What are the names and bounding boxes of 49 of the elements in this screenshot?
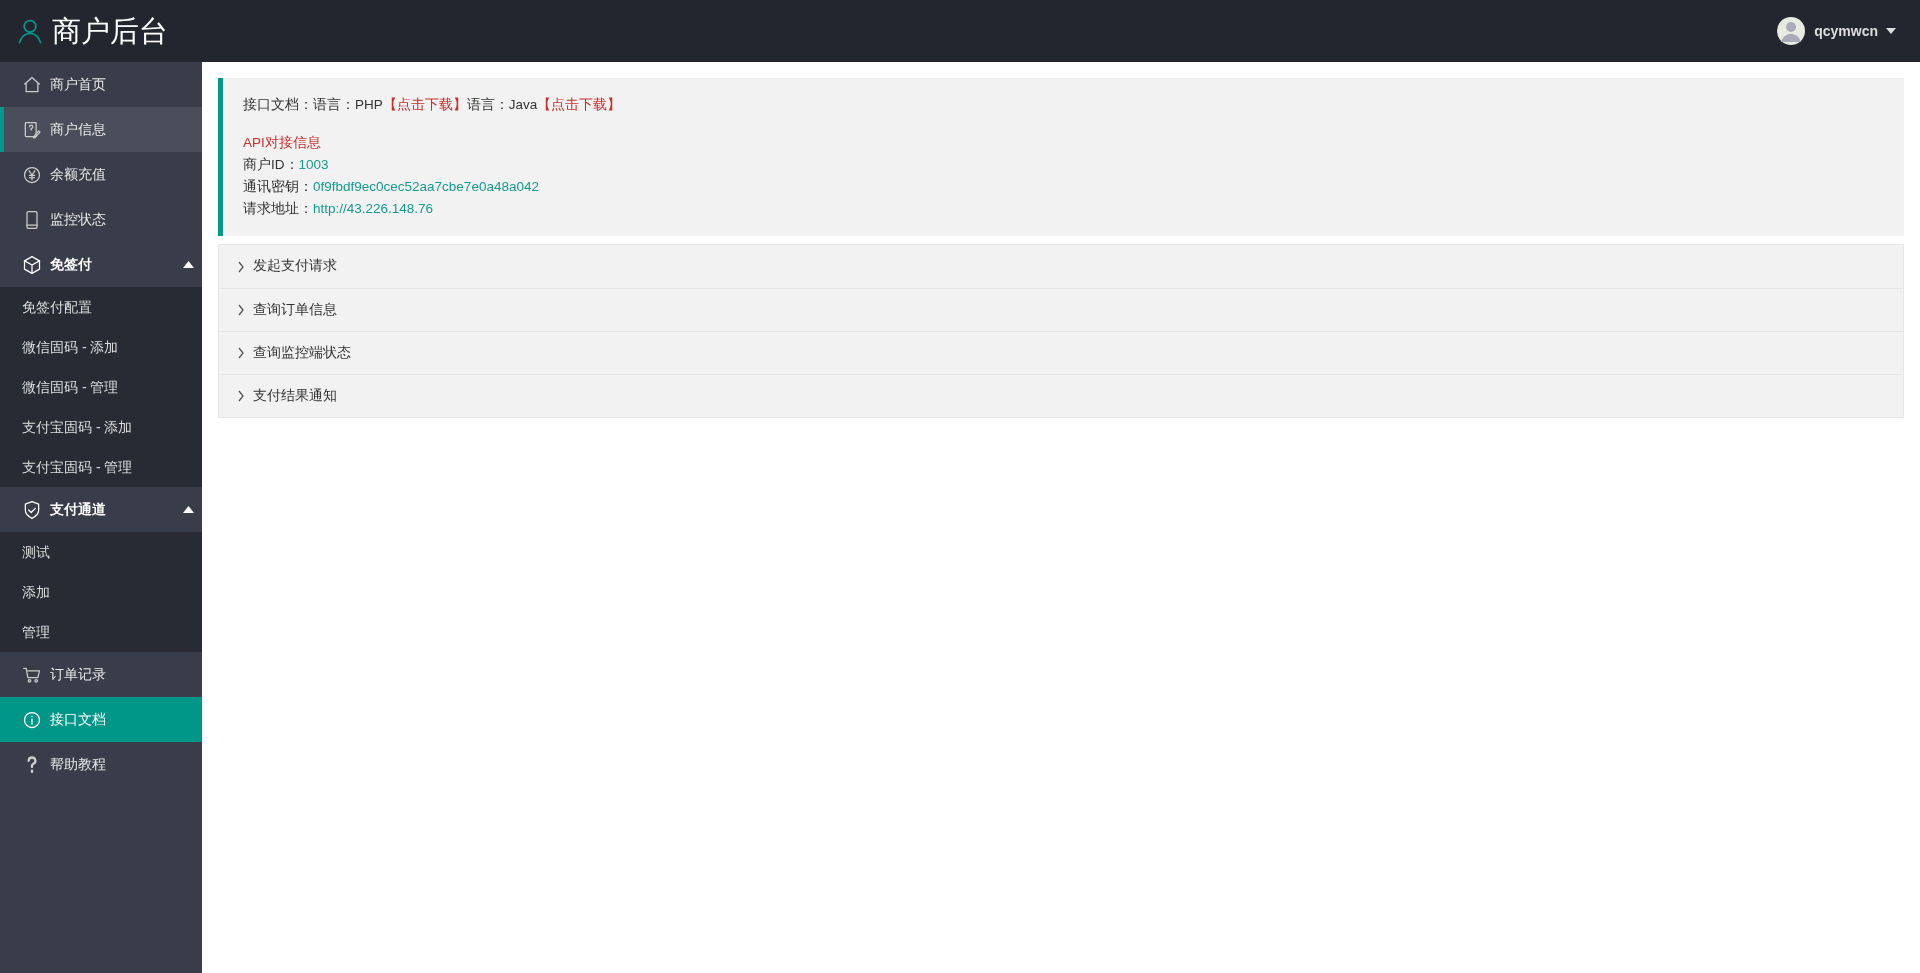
sidebar-item[interactable]: 接口文档	[0, 697, 202, 742]
accordion-header[interactable]: 支付结果通知	[219, 374, 1903, 417]
cube-icon	[22, 254, 42, 275]
submenu-item[interactable]: 管理	[0, 612, 202, 652]
download-link[interactable]: 【点击下载】	[382, 97, 467, 112]
menu-group-header[interactable]: 免签付	[0, 242, 202, 287]
sidebar-item[interactable]: 监控状态	[0, 197, 202, 242]
submenu-item[interactable]: 微信固码 - 添加	[0, 327, 202, 367]
home-icon	[22, 74, 42, 95]
field-label: 请求地址：	[243, 201, 313, 216]
submenu-item[interactable]: 免签付配置	[0, 287, 202, 327]
field-label: 通讯密钥：	[243, 179, 313, 194]
chevron-icon	[237, 390, 245, 402]
shield-check-icon	[22, 499, 42, 520]
user-icon	[16, 17, 44, 45]
download-link[interactable]: 【点击下载】	[537, 97, 622, 112]
field-value: 0f9fbdf9ec0cec52aa7cbe7e0a48a042	[313, 179, 539, 194]
app-title: 商户后台	[52, 16, 168, 46]
avatar-icon	[1776, 16, 1807, 46]
edit-document-icon	[22, 119, 42, 140]
submenu-item[interactable]: 支付宝固码 - 管理	[0, 447, 202, 487]
submenu-item[interactable]: 添加	[0, 572, 202, 612]
field-label: 商户ID：	[243, 157, 299, 172]
accordion-header[interactable]: 查询订单信息	[219, 288, 1903, 331]
chevron-icon	[237, 260, 245, 273]
sidebar-item[interactable]: 帮助教程	[0, 742, 202, 787]
info-icon	[22, 709, 42, 730]
doc-label: 语言：Java	[466, 97, 538, 112]
sidebar-item[interactable]: 商户首页	[0, 62, 202, 107]
accordion-header[interactable]: 查询监控端状态	[219, 331, 1903, 374]
accordion-header[interactable]: 发起支付请求	[219, 245, 1903, 288]
chevron-icon	[237, 304, 245, 316]
yen-icon	[22, 164, 42, 185]
submenu-item[interactable]: 测试	[0, 532, 202, 572]
api-info-title: API对接信息	[243, 134, 322, 152]
user-menu[interactable]: qcymwcn	[1776, 16, 1896, 46]
sidebar-item[interactable]: 商户信息	[0, 107, 202, 152]
chevron-icon	[237, 347, 245, 359]
field-value: http://43.226.148.76	[313, 201, 434, 216]
sidebar-item[interactable]: 余额充值	[0, 152, 202, 197]
collapse-caret-icon	[183, 506, 194, 513]
submenu-item[interactable]: 支付宝固码 - 添加	[0, 407, 202, 447]
submenu-item[interactable]: 微信固码 - 管理	[0, 367, 202, 407]
doc-label: 接口文档：语言：PHP	[243, 97, 383, 112]
menu-group-header[interactable]: 支付通道	[0, 487, 202, 532]
field-value: 1003	[298, 157, 329, 172]
caret-icon	[1886, 28, 1896, 34]
sidebar-item[interactable]: 订单记录	[0, 652, 202, 697]
collapse-caret-icon	[183, 261, 194, 268]
